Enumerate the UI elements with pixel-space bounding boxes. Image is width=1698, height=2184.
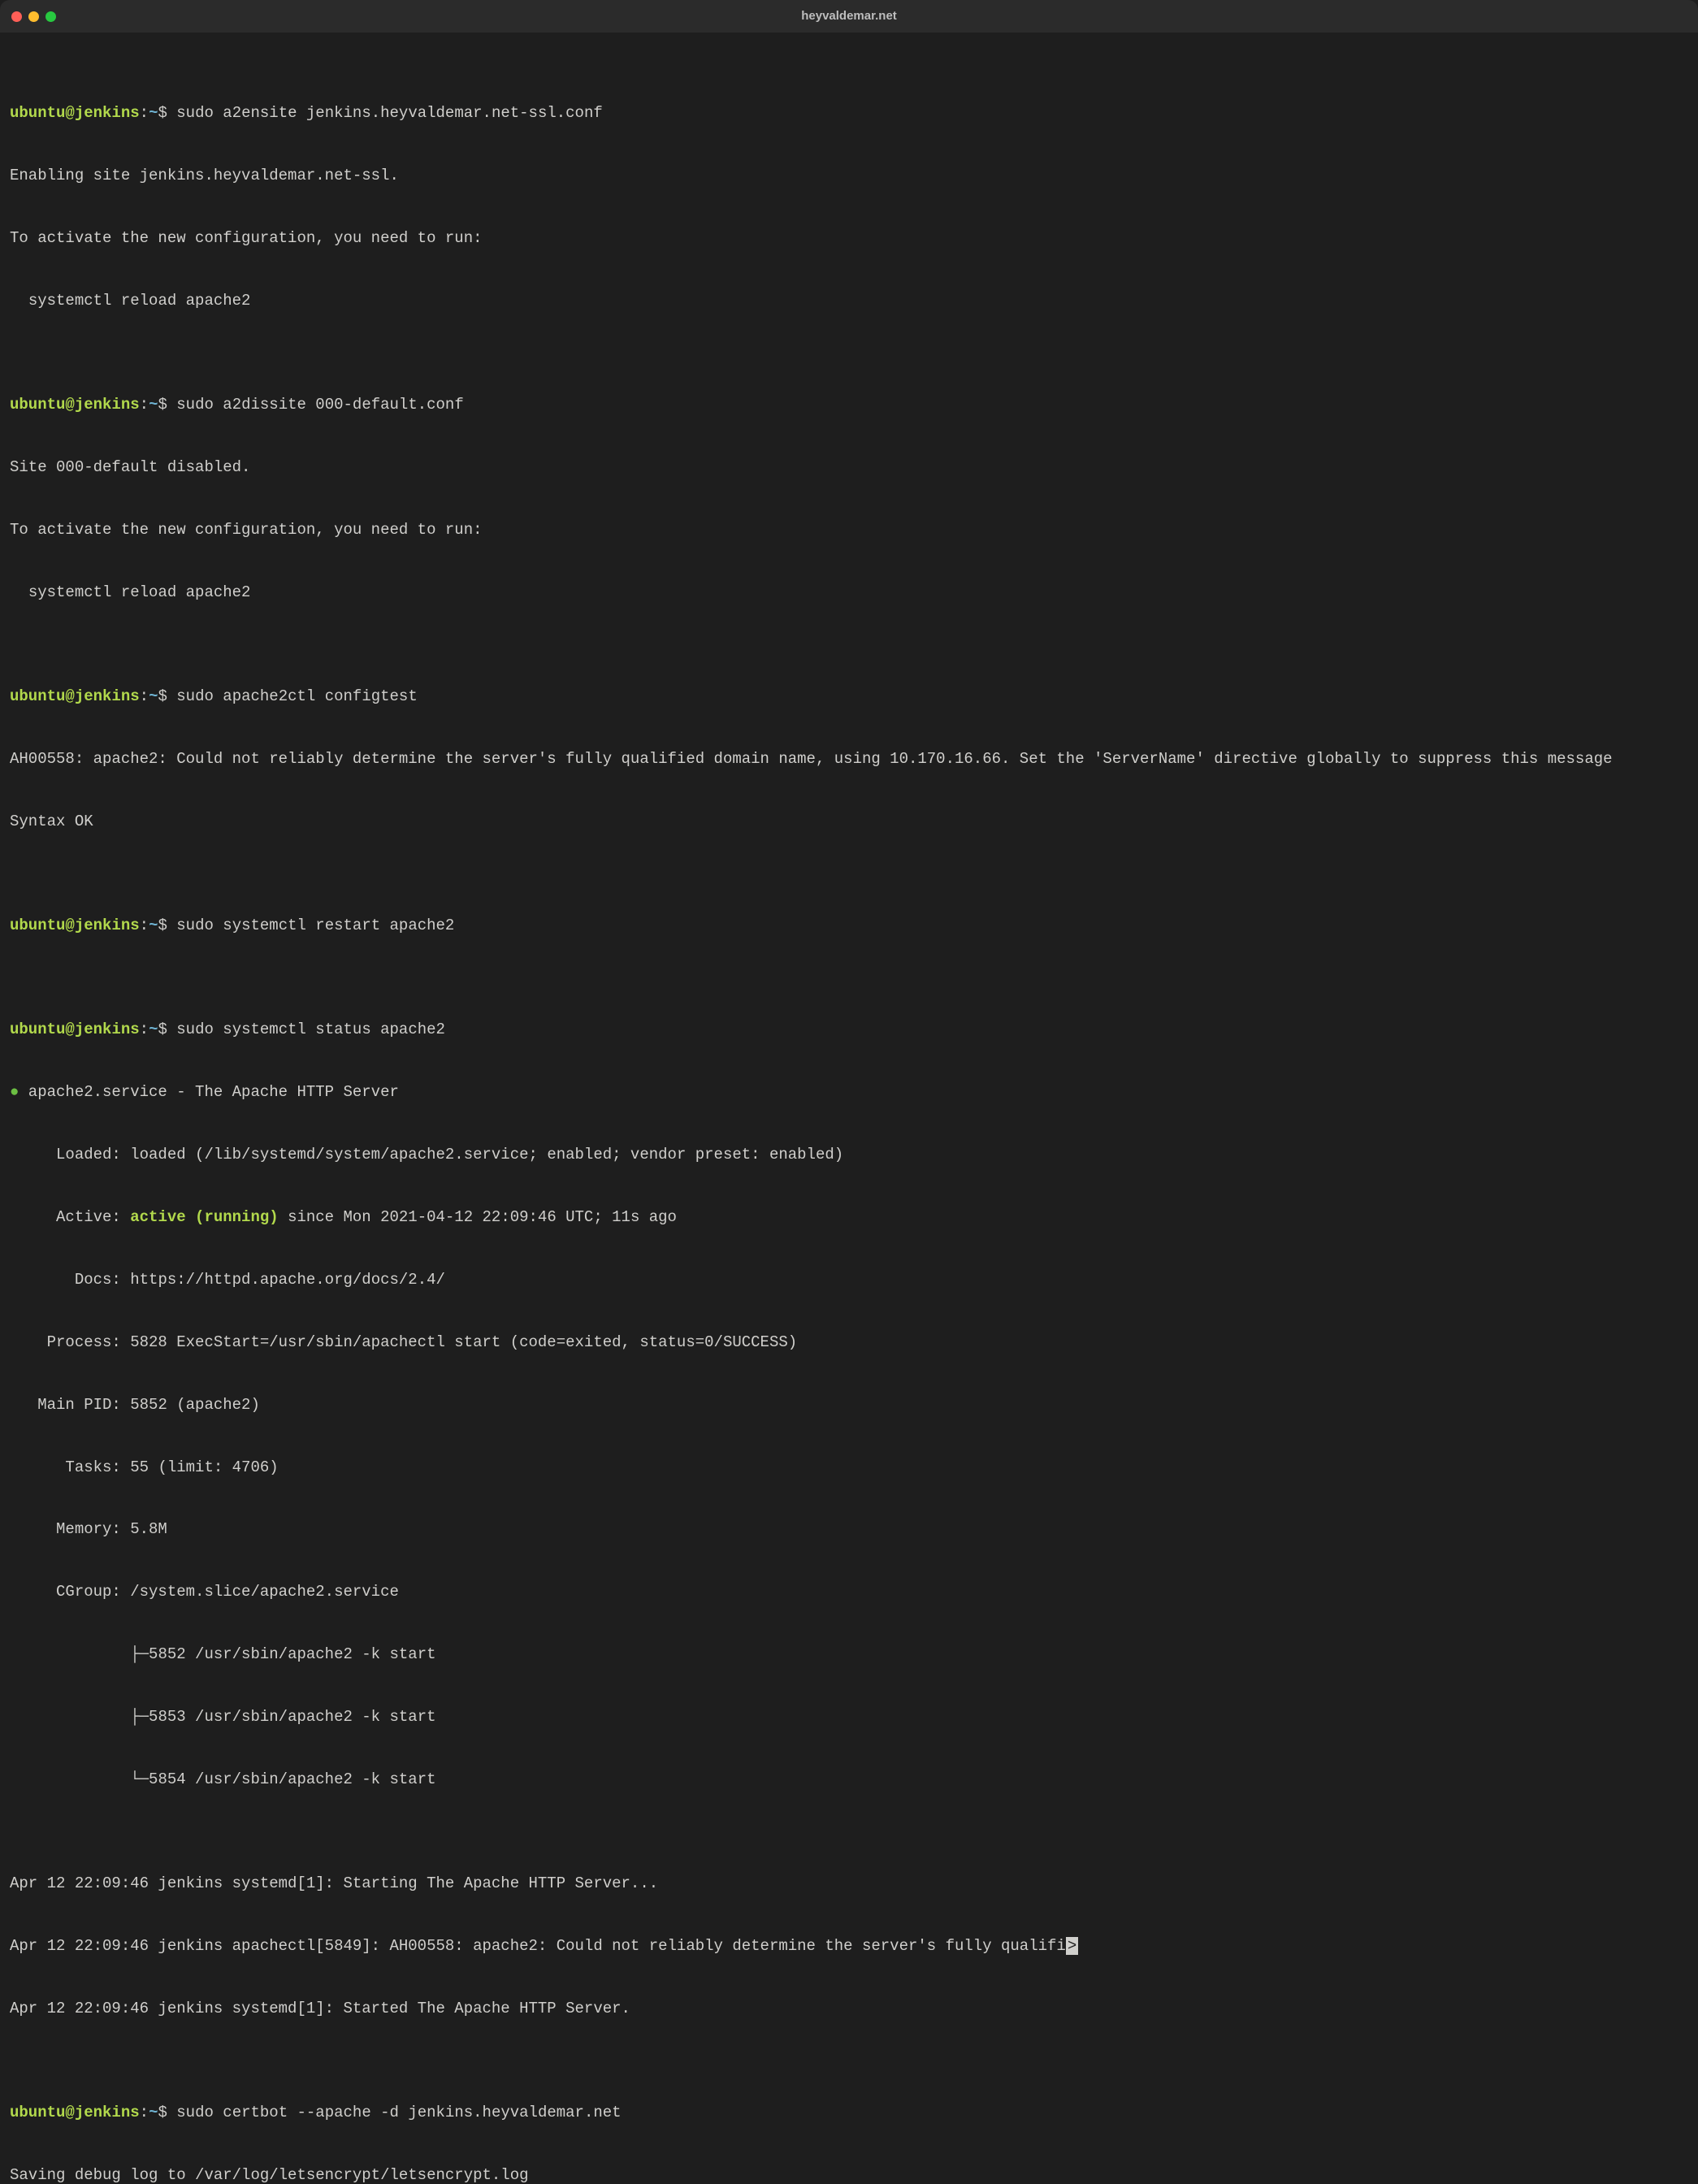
status-tasks: Tasks: 55 (limit: 4706): [10, 1458, 1688, 1479]
status-cgroup-item: ├─5852 /usr/sbin/apache2 -k start: [10, 1644, 1688, 1666]
command-text: sudo systemctl status apache2: [176, 1020, 445, 1038]
terminal-body[interactable]: ubuntu@jenkins:~$ sudo a2ensite jenkins.…: [0, 32, 1698, 2184]
status-docs: Docs: https://httpd.apache.org/docs/2.4/: [10, 1270, 1688, 1291]
close-icon[interactable]: [11, 11, 22, 22]
active-running: active (running): [130, 1208, 278, 1226]
prompt-at: @: [65, 104, 74, 122]
status-memory: Memory: 5.8M: [10, 1519, 1688, 1540]
status-cgroup-item: └─5854 /usr/sbin/apache2 -k start: [10, 1770, 1688, 1791]
prompt-line: ubuntu@jenkins:~$ sudo a2ensite jenkins.…: [10, 103, 1688, 124]
truncation-indicator: >: [1066, 1937, 1078, 1955]
prompt-dollar: $: [158, 104, 176, 122]
status-active: Active: active (running) since Mon 2021-…: [10, 1207, 1688, 1228]
output-line: Enabling site jenkins.heyvaldemar.net-ss…: [10, 166, 1688, 187]
prompt-line: ubuntu@jenkins:~$ sudo apache2ctl config…: [10, 687, 1688, 708]
status-process: Process: 5828 ExecStart=/usr/sbin/apache…: [10, 1332, 1688, 1354]
prompt-path: ~: [149, 104, 158, 122]
status-cgroup-item: ├─5853 /usr/sbin/apache2 -k start: [10, 1707, 1688, 1728]
output-line: Saving debug log to /var/log/letsencrypt…: [10, 2165, 1688, 2184]
terminal-window: heyvaldemar.net ubuntu@jenkins:~$ sudo a…: [0, 0, 1698, 2184]
prompt-colon: :: [140, 104, 149, 122]
status-cgroup: CGroup: /system.slice/apache2.service: [10, 1582, 1688, 1603]
log-line: Apr 12 22:09:46 jenkins systemd[1]: Star…: [10, 1999, 1688, 2020]
prompt-line: ubuntu@jenkins:~$ sudo systemctl status …: [10, 1020, 1688, 1041]
prompt-line: ubuntu@jenkins:~$ sudo a2dissite 000-def…: [10, 395, 1688, 416]
prompt-line: ubuntu@jenkins:~$ sudo certbot --apache …: [10, 2103, 1688, 2124]
prompt-user: ubuntu: [10, 104, 65, 122]
output-line: Syntax OK: [10, 812, 1688, 833]
status-dot-icon: ●: [10, 1083, 19, 1101]
log-line-truncated: Apr 12 22:09:46 jenkins apachectl[5849]:…: [10, 1936, 1688, 1957]
prompt-line: ubuntu@jenkins:~$ sudo systemctl restart…: [10, 916, 1688, 937]
window-title: heyvaldemar.net: [801, 8, 897, 24]
status-mainpid: Main PID: 5852 (apache2): [10, 1395, 1688, 1416]
output-line: To activate the new configuration, you n…: [10, 228, 1688, 249]
log-line: Apr 12 22:09:46 jenkins systemd[1]: Star…: [10, 1874, 1688, 1895]
command-text: sudo systemctl restart apache2: [176, 916, 454, 934]
command-text: sudo certbot --apache -d jenkins.heyvald…: [176, 2104, 621, 2121]
status-header: ● apache2.service - The Apache HTTP Serv…: [10, 1082, 1688, 1103]
prompt-host: jenkins: [75, 104, 140, 122]
command-text: sudo a2dissite 000-default.conf: [176, 396, 463, 414]
command-text: sudo a2ensite jenkins.heyvaldemar.net-ss…: [176, 104, 603, 122]
output-line: AH00558: apache2: Could not reliably det…: [10, 749, 1688, 770]
output-line: To activate the new configuration, you n…: [10, 520, 1688, 541]
output-line: systemctl reload apache2: [10, 291, 1688, 312]
window-controls: [11, 11, 56, 22]
maximize-icon[interactable]: [45, 11, 56, 22]
titlebar: heyvaldemar.net: [0, 0, 1698, 32]
status-loaded: Loaded: loaded (/lib/systemd/system/apac…: [10, 1145, 1688, 1166]
command-text: sudo apache2ctl configtest: [176, 687, 417, 705]
output-line: Site 000-default disabled.: [10, 457, 1688, 479]
output-line: systemctl reload apache2: [10, 583, 1688, 604]
minimize-icon[interactable]: [28, 11, 39, 22]
